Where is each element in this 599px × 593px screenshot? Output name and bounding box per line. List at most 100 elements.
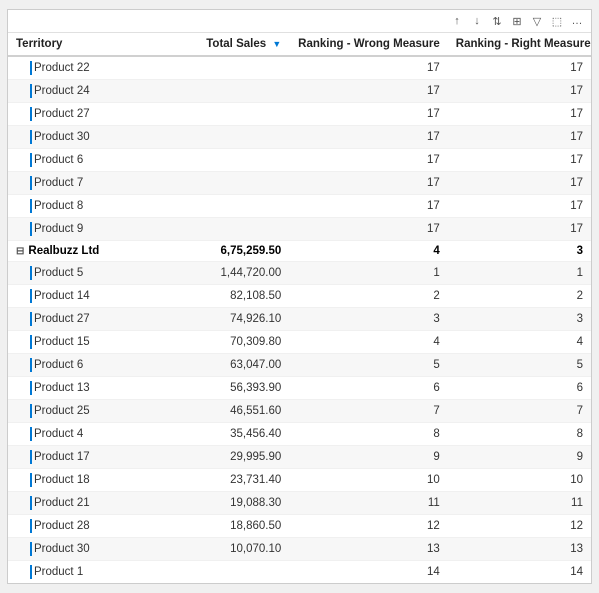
cell-wrong-rank: 4 xyxy=(289,331,448,354)
table-row: Product 663,047.0055 xyxy=(8,354,591,377)
cell-sales: 29,995.90 xyxy=(167,446,290,469)
cell-territory: Product 6 xyxy=(8,149,167,172)
cell-territory: Product 4 xyxy=(8,423,167,446)
cell-sales: 56,393.90 xyxy=(167,377,290,400)
cell-right-rank: 4 xyxy=(448,331,591,354)
table-row: Product 2818,860.501212 xyxy=(8,515,591,538)
filter-icon[interactable]: ▽ xyxy=(529,13,545,29)
table-row: Product 221717 xyxy=(8,56,591,80)
table-row: Product 1729,995.9099 xyxy=(8,446,591,469)
data-table: Territory Total Sales ▼ Ranking - Wrong … xyxy=(8,33,591,583)
table-row: Product 71717 xyxy=(8,172,591,195)
cell-sales: 70,309.80 xyxy=(167,331,290,354)
table-wrapper: Territory Total Sales ▼ Ranking - Wrong … xyxy=(8,33,591,583)
layout-icon[interactable]: ⬚ xyxy=(549,13,565,29)
cell-right-rank: 9 xyxy=(448,446,591,469)
cell-territory: Product 18 xyxy=(8,469,167,492)
cell-wrong-rank: 17 xyxy=(289,149,448,172)
indent-bar xyxy=(30,222,32,236)
cell-right-rank: 13 xyxy=(448,538,591,561)
sort-asc-icon[interactable]: ↑ xyxy=(449,13,465,29)
cell-wrong-rank: 17 xyxy=(289,103,448,126)
cell-right-rank: 3 xyxy=(448,241,591,262)
cell-right-rank: 8 xyxy=(448,423,591,446)
col-header-territory[interactable]: Territory xyxy=(8,33,167,56)
table-row: Product 271717 xyxy=(8,103,591,126)
cell-wrong-rank: 4 xyxy=(289,241,448,262)
cell-sales: 46,551.60 xyxy=(167,400,290,423)
cell-territory: Product 30 xyxy=(8,538,167,561)
expand-icon[interactable]: ⊟ xyxy=(16,246,24,257)
cell-right-rank: 5 xyxy=(448,354,591,377)
cell-territory: Product 24 xyxy=(8,80,167,103)
cell-sales xyxy=(167,561,290,584)
cell-territory: Product 25 xyxy=(8,400,167,423)
cell-sales xyxy=(167,56,290,80)
cell-territory: Product 7 xyxy=(8,172,167,195)
table-row: Product 2774,926.1033 xyxy=(8,308,591,331)
cell-sales xyxy=(167,80,290,103)
cell-wrong-rank: 2 xyxy=(289,285,448,308)
cell-sales: 19,088.30 xyxy=(167,492,290,515)
indent-bar xyxy=(30,335,32,349)
sort-indicator: ▼ xyxy=(272,39,281,49)
toolbar: ↑ ↓ ⇅ ⊞ ▽ ⬚ … xyxy=(8,10,591,33)
cell-wrong-rank: 12 xyxy=(289,515,448,538)
main-container: ↑ ↓ ⇅ ⊞ ▽ ⬚ … Territory Total Sales ▼ xyxy=(7,9,592,584)
table-row: Product 241717 xyxy=(8,80,591,103)
cell-right-rank: 17 xyxy=(448,149,591,172)
table-row: Product 1823,731.401010 xyxy=(8,469,591,492)
table-row: Product 435,456.4088 xyxy=(8,423,591,446)
cell-sales: 35,456.40 xyxy=(167,423,290,446)
indent-bar xyxy=(30,107,32,121)
indent-bar xyxy=(30,312,32,326)
cell-sales: 1,44,720.00 xyxy=(167,262,290,285)
cell-territory: Product 13 xyxy=(8,377,167,400)
col-header-wrong[interactable]: Ranking - Wrong Measure xyxy=(289,33,448,56)
indent-bar xyxy=(30,565,32,579)
cell-sales xyxy=(167,103,290,126)
table-row: Product 51,44,720.0011 xyxy=(8,262,591,285)
indent-bar xyxy=(30,381,32,395)
cell-wrong-rank: 6 xyxy=(289,377,448,400)
indent-bar xyxy=(30,266,32,280)
indent-bar xyxy=(30,496,32,510)
table-row: Product 1482,108.5022 xyxy=(8,285,591,308)
indent-bar xyxy=(30,519,32,533)
col-header-right[interactable]: Ranking - Right Measure xyxy=(448,33,591,56)
cell-wrong-rank: 7 xyxy=(289,400,448,423)
expand-icon[interactable]: ⊞ xyxy=(509,13,525,29)
indent-bar xyxy=(30,404,32,418)
more-icon[interactable]: … xyxy=(569,13,585,29)
table-row: Product 1570,309.8044 xyxy=(8,331,591,354)
cell-right-rank: 17 xyxy=(448,218,591,241)
cell-wrong-rank: 17 xyxy=(289,80,448,103)
cell-right-rank: 17 xyxy=(448,195,591,218)
cell-territory: Product 6 xyxy=(8,354,167,377)
cell-territory: Product 8 xyxy=(8,195,167,218)
cell-territory: Product 21 xyxy=(8,492,167,515)
cell-territory: Product 22 xyxy=(8,56,167,80)
cell-right-rank: 11 xyxy=(448,492,591,515)
sort-desc-icon[interactable]: ↓ xyxy=(469,13,485,29)
col-header-sales[interactable]: Total Sales ▼ xyxy=(167,33,290,56)
indent-bar xyxy=(30,450,32,464)
cell-territory: Product 9 xyxy=(8,218,167,241)
table-row: Product 3010,070.101313 xyxy=(8,538,591,561)
cell-right-rank: 2 xyxy=(448,285,591,308)
cell-right-rank: 1 xyxy=(448,262,591,285)
table-row: ⊟Realbuzz Ltd6,75,259.5043 xyxy=(8,241,591,262)
cell-wrong-rank: 9 xyxy=(289,446,448,469)
table-row: Product 301717 xyxy=(8,126,591,149)
cell-sales: 6,75,259.50 xyxy=(167,241,290,262)
table-row: Product 11414 xyxy=(8,561,591,584)
sort-both-icon[interactable]: ⇅ xyxy=(489,13,505,29)
cell-territory: Product 27 xyxy=(8,308,167,331)
cell-right-rank: 7 xyxy=(448,400,591,423)
table-scroll[interactable]: Territory Total Sales ▼ Ranking - Wrong … xyxy=(8,33,591,583)
cell-territory: Product 15 xyxy=(8,331,167,354)
cell-sales xyxy=(167,126,290,149)
cell-territory: Product 30 xyxy=(8,126,167,149)
cell-sales xyxy=(167,149,290,172)
cell-wrong-rank: 17 xyxy=(289,195,448,218)
